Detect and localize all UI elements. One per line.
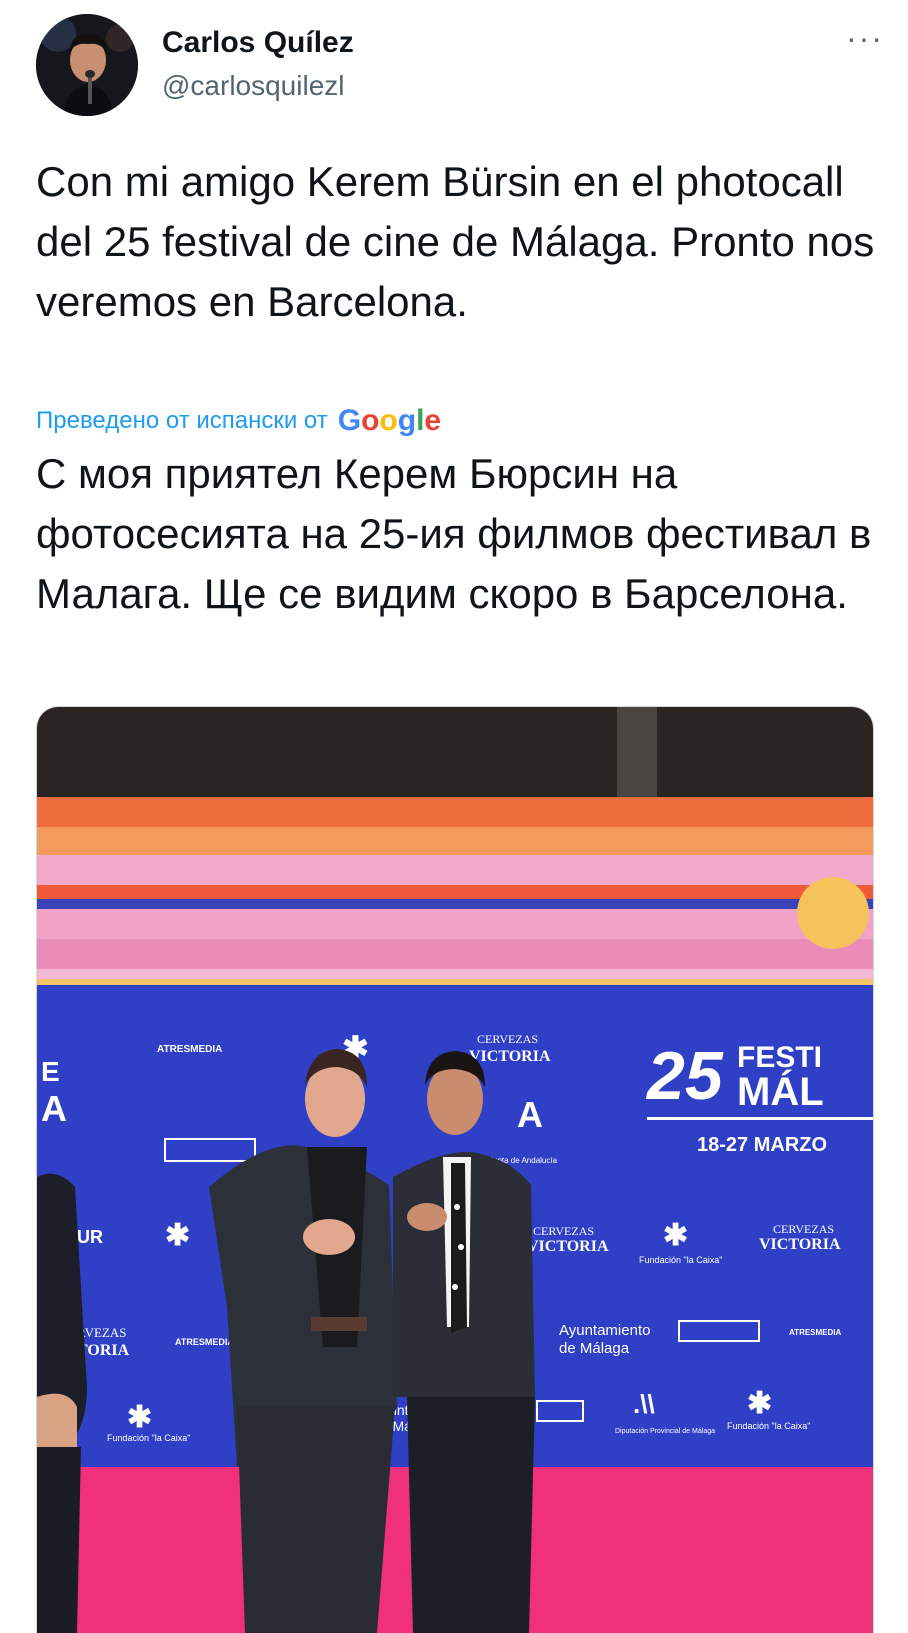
more-options-icon[interactable]: ···: [846, 22, 884, 54]
backdrop-caixa-star-5: ✱: [747, 1387, 772, 1420]
backdrop-cervezas-1: CERVEZAS: [477, 1032, 538, 1046]
backdrop-diputacion-logo: .\\: [633, 1389, 655, 1419]
backdrop-festival-number: 25: [645, 1038, 724, 1114]
backdrop-fundacion-1: Fundación "la Caixa": [639, 1255, 722, 1265]
backdrop-festival-city: MÁL: [737, 1069, 824, 1114]
tweet-photo[interactable]: E A ATRESMEDIA ✱ CERVEZAS VICTORIA 25 FE…: [36, 706, 874, 1633]
backdrop-atresmedia-3: ATRESMEDIA: [789, 1328, 842, 1337]
backdrop-caixa-star-2: ✱: [165, 1219, 190, 1252]
author-avatar[interactable]: [36, 14, 138, 116]
backdrop-partial-e: E: [41, 1056, 60, 1087]
backdrop-caixa-star-3: ✱: [663, 1219, 688, 1252]
backdrop-junta-logo: A: [517, 1094, 543, 1135]
backdrop-atresmedia-2: ATRESMEDIA: [175, 1337, 234, 1347]
backdrop-fundacion-2: Fundación "la Caixa": [107, 1433, 190, 1443]
author-handle[interactable]: @carlosquilezl: [162, 70, 345, 102]
backdrop-ayuntamiento: Ayuntamiento: [559, 1322, 650, 1339]
translated-text: С моя приятел Керем Бюрсин на фотосесият…: [36, 450, 872, 617]
backdrop-cervezas-2: CERVEZAS: [533, 1224, 594, 1238]
backdrop-partial-a: A: [41, 1088, 67, 1129]
backdrop-festival-dates: 18-27 MARZO: [697, 1134, 827, 1156]
backdrop-victoria-1: VICTORIA: [469, 1048, 551, 1065]
backdrop-partial-rvezas: RVEZAS: [77, 1325, 127, 1340]
translation-attribution[interactable]: Преведено от испански от Google: [36, 404, 441, 438]
tweet-text: Con mi amigo Kerem Bürsin en el photocal…: [36, 158, 875, 325]
backdrop-fundacion-3: Fundación "la Caixa": [727, 1421, 810, 1431]
backdrop-victoria-3: VICTORIA: [759, 1236, 841, 1253]
backdrop-victoria-2: VICTORIA: [527, 1238, 609, 1255]
backdrop-atresmedia: ATRESMEDIA: [157, 1044, 222, 1055]
backdrop-caixa-star-4: ✱: [127, 1401, 152, 1434]
backdrop-partial-ur: UR: [77, 1227, 103, 1247]
backdrop-diputacion: Diputación Provincial de Málaga: [615, 1428, 715, 1435]
backdrop-cervezas-3: CERVEZAS: [773, 1222, 834, 1236]
author-name[interactable]: Carlos Quílez: [162, 26, 354, 60]
backdrop-de-malaga: de Málaga: [559, 1340, 630, 1357]
translated-label: Преведено от испански от: [36, 407, 328, 434]
google-logo-icon: Google: [337, 404, 442, 437]
